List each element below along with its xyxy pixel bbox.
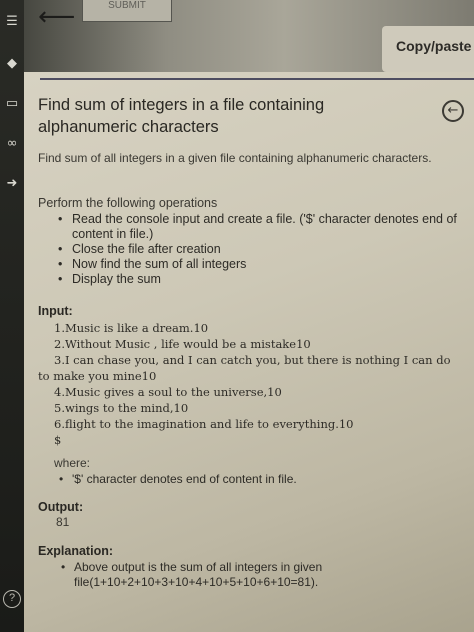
output-label: Output: (38, 500, 84, 514)
input-line: 5.wings to the mind,10 (54, 401, 189, 415)
top-toolbar: ⟵ SUBMIT Copy/paste (0, 0, 474, 72)
list-item: Above output is the sum of all integers … (58, 560, 438, 590)
input-line: to make you mine10 (38, 369, 157, 383)
input-line: $ (54, 433, 62, 447)
back-arrow-icon[interactable]: ⟵ (38, 2, 75, 32)
input-line: 2.Without Music , life would be a mistak… (54, 337, 311, 351)
help-icon[interactable]: ? (3, 590, 21, 608)
explanation-list: Above output is the sum of all integers … (58, 560, 438, 590)
logout-icon[interactable]: ➜ (0, 176, 24, 191)
divider (40, 78, 474, 80)
input-line: 1.Music is like a dream.10 (54, 321, 209, 335)
explanation-label: Explanation: (38, 544, 114, 558)
problem-description: Find sum of all integers in a given file… (38, 151, 432, 165)
input-line: 6.flight to the imagination and life to … (54, 417, 354, 431)
input-label: Input: (38, 304, 73, 318)
list-item: '$' character denotes end of content in … (56, 472, 297, 486)
list-item: Now find the sum of all integers (54, 257, 474, 272)
operations-intro: Perform the following operations (38, 196, 218, 210)
where-list: '$' character denotes end of content in … (56, 472, 297, 486)
circle-back-icon[interactable]: ← (442, 100, 464, 122)
problem-title: Find sum of integers in a file containin… (38, 96, 325, 136)
list-item: Display the sum (54, 272, 474, 287)
input-line: 4.Music gives a soul to the universe,10 (54, 385, 282, 399)
operations-list: Read the console input and create a file… (54, 212, 474, 287)
copy-paste-button[interactable]: Copy/paste (382, 26, 474, 72)
problem-panel: Find sum of integers in a file containin… (24, 72, 474, 632)
where-label: where: (54, 456, 91, 470)
submit-button[interactable]: SUBMIT (82, 0, 172, 22)
input-line: 3.I can chase you, and I can catch you, … (54, 353, 451, 367)
output-value: 81 (56, 515, 70, 529)
monitor-icon[interactable]: ▭ (0, 96, 24, 111)
share-icon[interactable]: ∞ (0, 136, 24, 151)
list-item: Close the file after creation (54, 242, 474, 257)
menu-icon[interactable]: ☰ (0, 14, 24, 29)
list-item: Read the console input and create a file… (54, 212, 474, 242)
tag-icon[interactable]: ◆ (0, 56, 24, 71)
input-sample: 1.Music is like a dream.10 2.Without Mus… (38, 320, 468, 448)
left-rail: ☰ ◆ ▭ ∞ ➜ ? (0, 0, 24, 632)
